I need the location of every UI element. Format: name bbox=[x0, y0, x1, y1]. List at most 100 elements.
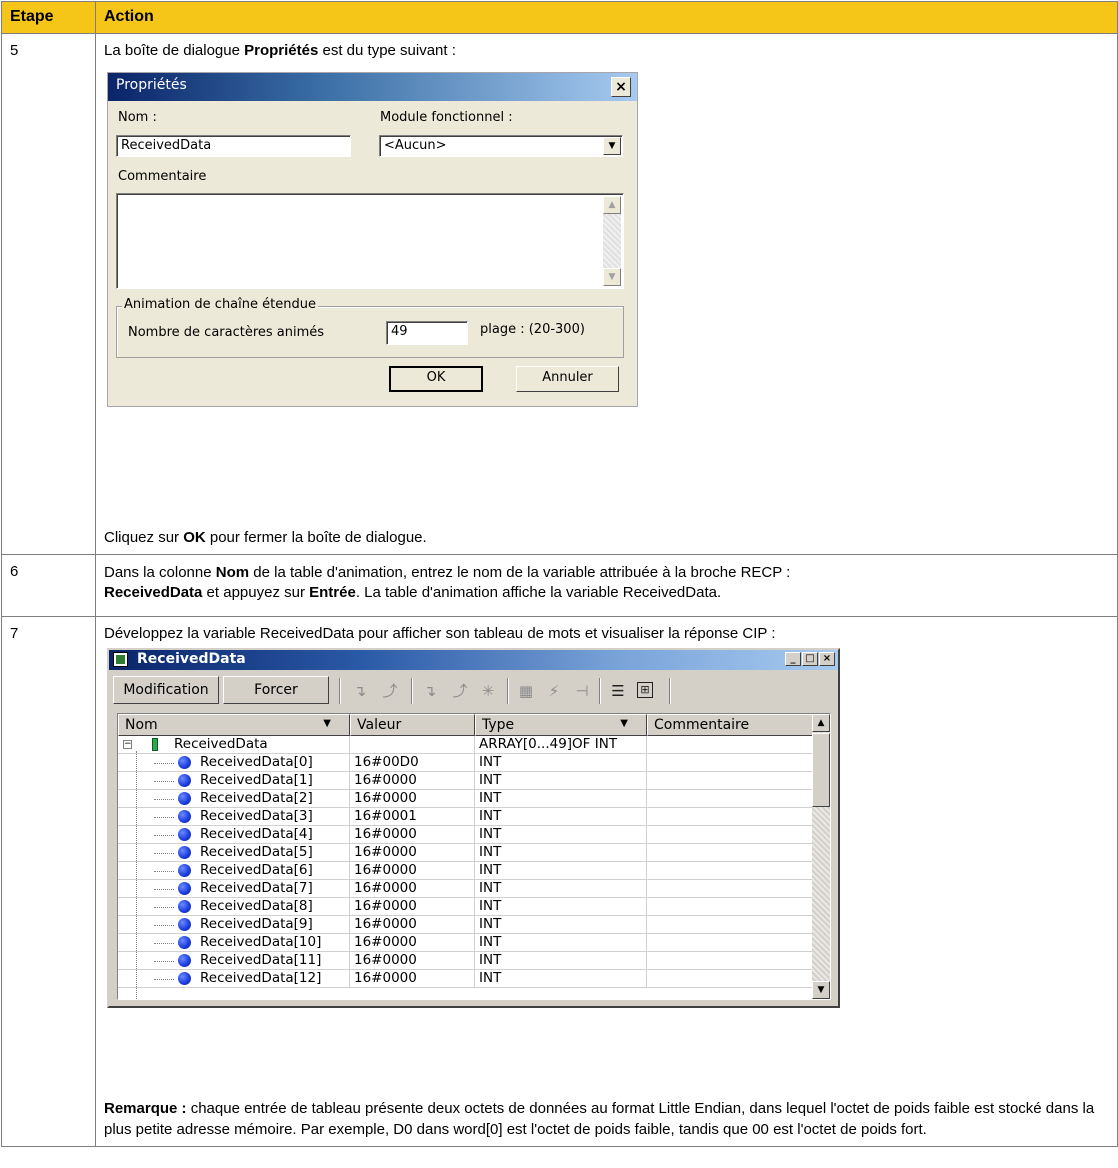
comment-cell[interactable] bbox=[647, 952, 814, 970]
lightning-icon[interactable]: ⚡ bbox=[543, 680, 565, 702]
table-row[interactable]: ReceivedData[9] 16#0000 INT bbox=[118, 916, 814, 934]
type-cell[interactable]: INT bbox=[475, 862, 647, 880]
maximize-icon[interactable]: □ bbox=[802, 652, 818, 666]
grid-icon[interactable]: ▦ bbox=[515, 680, 537, 702]
column-header-comment[interactable]: Commentaire bbox=[647, 714, 814, 736]
value-cell[interactable]: 16#0000 bbox=[350, 862, 475, 880]
comment-cell[interactable] bbox=[647, 790, 814, 808]
chars-field[interactable]: 49 bbox=[386, 321, 468, 345]
display-format-icon[interactable]: ☰ bbox=[607, 680, 629, 702]
name-cell[interactable]: ReceivedData[4] bbox=[118, 826, 350, 844]
type-cell[interactable]: INT bbox=[475, 880, 647, 898]
value-cell[interactable]: 16#0001 bbox=[350, 808, 475, 826]
name-cell[interactable]: ReceivedData[12] bbox=[118, 970, 350, 988]
table-row[interactable]: ReceivedData − ARRAY[0...49]OF INT bbox=[118, 736, 814, 754]
type-cell[interactable]: INT bbox=[475, 808, 647, 826]
table-row[interactable]: ReceivedData[10] 16#0000 INT bbox=[118, 934, 814, 952]
set-falling-icon[interactable]: ↴ bbox=[349, 680, 371, 702]
runtime-icon[interactable]: ⊞ bbox=[637, 682, 653, 698]
scroll-up-icon[interactable]: ▲ bbox=[603, 196, 621, 214]
close-icon[interactable]: × bbox=[611, 77, 631, 97]
name-cell[interactable]: ReceivedData[8] bbox=[118, 898, 350, 916]
type-cell[interactable]: INT bbox=[475, 844, 647, 862]
comment-scrollbar[interactable]: ▲ ▼ bbox=[603, 196, 621, 286]
scroll-thumb[interactable] bbox=[812, 733, 830, 807]
value-cell[interactable] bbox=[350, 736, 475, 754]
comment-cell[interactable] bbox=[647, 970, 814, 988]
comment-cell[interactable] bbox=[647, 916, 814, 934]
value-cell[interactable]: 16#0000 bbox=[350, 772, 475, 790]
table-row[interactable]: ReceivedData[11] 16#0000 INT bbox=[118, 952, 814, 970]
type-cell[interactable]: INT bbox=[475, 754, 647, 772]
value-cell[interactable]: 16#0000 bbox=[350, 970, 475, 988]
value-cell[interactable]: 16#0000 bbox=[350, 826, 475, 844]
name-cell[interactable]: ReceivedData[3] bbox=[118, 808, 350, 826]
value-cell[interactable]: 16#0000 bbox=[350, 844, 475, 862]
chevron-down-icon[interactable]: ▼ bbox=[323, 718, 331, 729]
value-cell[interactable]: 16#0000 bbox=[350, 952, 475, 970]
type-cell[interactable]: INT bbox=[475, 916, 647, 934]
table-row[interactable]: ReceivedData[0] 16#00D0 INT bbox=[118, 754, 814, 772]
type-cell[interactable]: ARRAY[0...49]OF INT bbox=[475, 736, 647, 754]
column-header-type[interactable]: Type ▼ bbox=[475, 714, 647, 736]
module-select[interactable]: <Aucun> ▼ bbox=[379, 135, 623, 157]
table-row[interactable]: ReceivedData[6] 16#0000 INT bbox=[118, 862, 814, 880]
column-header-name[interactable]: Nom ▼ bbox=[118, 714, 350, 736]
value-cell[interactable]: 16#0000 bbox=[350, 934, 475, 952]
type-cell[interactable]: INT bbox=[475, 970, 647, 988]
type-cell[interactable]: INT bbox=[475, 790, 647, 808]
comment-cell[interactable] bbox=[647, 880, 814, 898]
collapse-icon[interactable]: − bbox=[123, 740, 132, 749]
scroll-up-icon[interactable]: ▲ bbox=[812, 714, 830, 732]
chevron-down-icon[interactable]: ▼ bbox=[620, 718, 628, 729]
modification-button[interactable]: Modification bbox=[113, 676, 219, 704]
name-cell[interactable]: ReceivedData[0] bbox=[118, 754, 350, 772]
ok-button[interactable]: OK bbox=[389, 366, 483, 392]
name-cell[interactable]: ReceivedData[10] bbox=[118, 934, 350, 952]
cancel-button[interactable]: Annuler bbox=[516, 366, 619, 392]
value-cell[interactable]: 16#0000 bbox=[350, 790, 475, 808]
comment-cell[interactable] bbox=[647, 754, 814, 772]
bracket-icon[interactable]: ⊣ bbox=[571, 680, 593, 702]
comment-textarea[interactable]: ▲ ▼ bbox=[116, 193, 624, 289]
force-rising-icon[interactable]: ⤴ bbox=[449, 680, 471, 702]
grid-scrollbar[interactable]: ▲ ▼ bbox=[812, 714, 830, 999]
table-row[interactable]: ReceivedData[1] 16#0000 INT bbox=[118, 772, 814, 790]
minimize-icon[interactable]: _ bbox=[785, 652, 801, 666]
force-button[interactable]: Forcer bbox=[223, 676, 329, 704]
force-falling-icon[interactable]: ↴ bbox=[419, 680, 441, 702]
comment-cell[interactable] bbox=[647, 826, 814, 844]
table-row[interactable]: ReceivedData[3] 16#0001 INT bbox=[118, 808, 814, 826]
comment-cell[interactable] bbox=[647, 862, 814, 880]
table-row[interactable]: ReceivedData[2] 16#0000 INT bbox=[118, 790, 814, 808]
name-cell[interactable]: ReceivedData[5] bbox=[118, 844, 350, 862]
name-cell[interactable]: ReceivedData[9] bbox=[118, 916, 350, 934]
scroll-down-icon[interactable]: ▼ bbox=[812, 981, 830, 999]
type-cell[interactable]: INT bbox=[475, 952, 647, 970]
set-rising-icon[interactable]: ⤴ bbox=[379, 680, 401, 702]
comment-cell[interactable] bbox=[647, 844, 814, 862]
name-cell[interactable]: ReceivedData[7] bbox=[118, 880, 350, 898]
table-row[interactable]: ReceivedData[8] 16#0000 INT bbox=[118, 898, 814, 916]
type-cell[interactable]: INT bbox=[475, 934, 647, 952]
value-cell[interactable]: 16#00D0 bbox=[350, 754, 475, 772]
name-field[interactable]: ReceivedData bbox=[116, 135, 351, 157]
close-icon[interactable]: × bbox=[819, 652, 835, 666]
comment-cell[interactable] bbox=[647, 772, 814, 790]
name-cell[interactable]: ReceivedData[1] bbox=[118, 772, 350, 790]
comment-cell[interactable] bbox=[647, 934, 814, 952]
table-row[interactable]: ReceivedData[12] 16#0000 INT bbox=[118, 970, 814, 988]
comment-cell[interactable] bbox=[647, 898, 814, 916]
table-row[interactable]: ReceivedData[4] 16#0000 INT bbox=[118, 826, 814, 844]
value-cell[interactable]: 16#0000 bbox=[350, 898, 475, 916]
name-cell[interactable]: ReceivedData[2] bbox=[118, 790, 350, 808]
chevron-down-icon[interactable]: ▼ bbox=[603, 137, 621, 155]
name-cell[interactable]: ReceivedData[11] bbox=[118, 952, 350, 970]
unforce-icon[interactable]: ✳ bbox=[477, 680, 499, 702]
column-header-value[interactable]: Valeur bbox=[350, 714, 475, 736]
comment-cell[interactable] bbox=[647, 808, 814, 826]
comment-cell[interactable] bbox=[647, 736, 814, 754]
value-cell[interactable]: 16#0000 bbox=[350, 880, 475, 898]
scroll-down-icon[interactable]: ▼ bbox=[603, 268, 621, 286]
window-titlebar[interactable]: ReceivedData _ □ × bbox=[109, 650, 838, 670]
